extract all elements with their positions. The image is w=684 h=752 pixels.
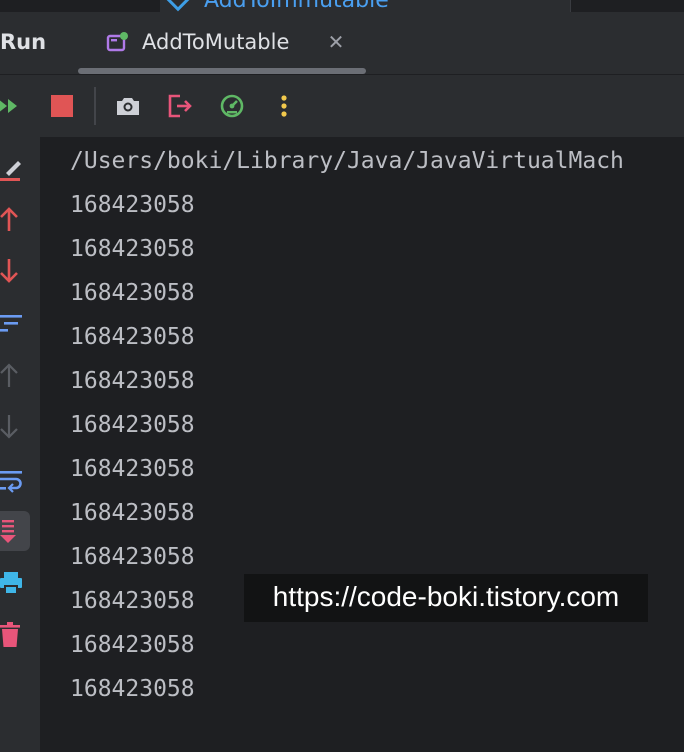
- run-toolbar: [0, 75, 684, 137]
- arrow-down-disabled-icon: [0, 407, 30, 447]
- scroll-to-end-icon[interactable]: [0, 511, 30, 551]
- filter-icon[interactable]: [0, 303, 30, 343]
- kotlin-file-icon: [166, 0, 190, 12]
- print-icon[interactable]: [0, 563, 30, 603]
- arrow-up-disabled-icon: [0, 355, 30, 395]
- console-line: 168423058: [70, 368, 195, 394]
- console-line: 168423058: [70, 192, 195, 218]
- tool-window-title: Run: [0, 30, 47, 54]
- run-tab-bar: Run AddToMutable ✕: [0, 12, 684, 75]
- console-line: 168423058: [70, 676, 195, 702]
- console-line: 168423058: [70, 280, 195, 306]
- console-line: 168423058: [70, 588, 195, 614]
- arrow-up-icon[interactable]: [0, 199, 30, 239]
- console-line: 168423058: [70, 456, 195, 482]
- close-icon[interactable]: ✕: [326, 32, 346, 52]
- watermark: https://code-boki.tistory.com: [244, 574, 648, 622]
- editor-tab-add-to-immutable[interactable]: AddToImmutable: [160, 0, 571, 12]
- console-line: 168423058: [70, 412, 195, 438]
- rerun-icon[interactable]: [0, 92, 24, 120]
- run-tool-window: AddToImmutable Run AddToMutable ✕: [0, 0, 684, 752]
- exit-icon[interactable]: [166, 92, 194, 120]
- console-side-toolbar: [0, 137, 40, 752]
- run-config-icon: [106, 32, 128, 52]
- wrap-icon[interactable]: [0, 459, 30, 499]
- console-output[interactable]: /Users/boki/Library/Java/JavaVirtualMach…: [40, 137, 684, 752]
- soft-wrap-edit-icon[interactable]: [0, 147, 30, 187]
- editor-tab-label: AddToImmutable: [204, 0, 389, 12]
- console-line: 168423058: [70, 236, 195, 262]
- trash-icon[interactable]: [0, 615, 30, 655]
- arrow-down-icon[interactable]: [0, 251, 30, 291]
- toolbar-separator: [94, 87, 96, 125]
- console-line: 168423058: [70, 500, 195, 526]
- profiler-icon[interactable]: [218, 92, 246, 120]
- run-tab-add-to-mutable[interactable]: AddToMutable ✕: [78, 12, 366, 74]
- stop-icon[interactable]: [48, 92, 76, 120]
- active-tab-indicator: [78, 68, 366, 74]
- run-tab-label: AddToMutable: [142, 30, 290, 54]
- editor-tab-strip: AddToImmutable: [0, 0, 684, 12]
- console-line: 168423058: [70, 632, 195, 658]
- editor-tab-strip-empty: [576, 0, 684, 12]
- more-vertical-icon[interactable]: [270, 92, 298, 120]
- camera-icon[interactable]: [114, 92, 142, 120]
- console-line: 168423058: [70, 324, 195, 350]
- console-line-command: /Users/boki/Library/Java/JavaVirtualMach: [70, 148, 624, 174]
- console-line: 168423058: [70, 544, 195, 570]
